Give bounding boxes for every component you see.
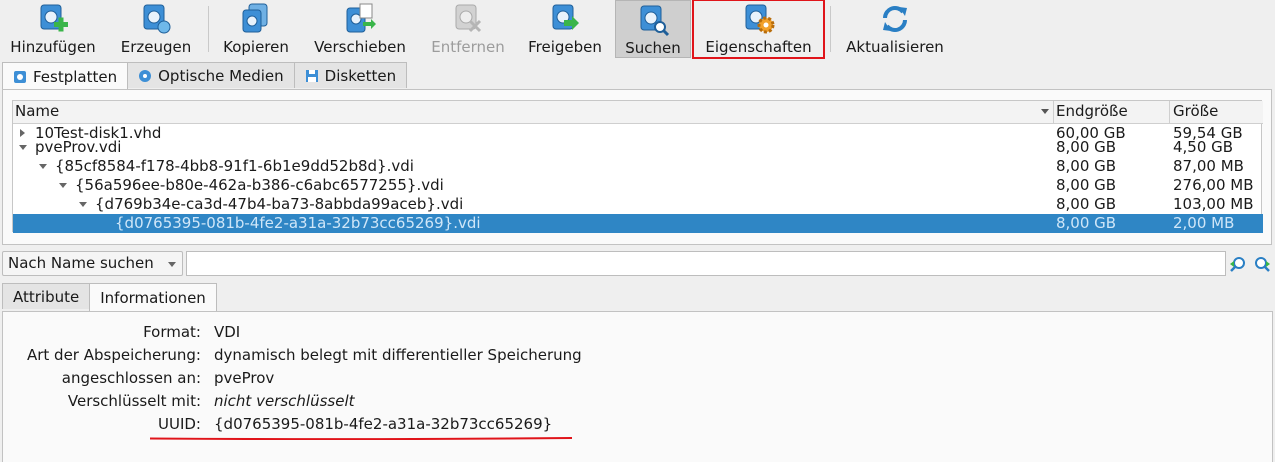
detail-tabs: Attribute Informationen [2, 283, 217, 311]
table-row-selected[interactable]: {d0765395-081b-4fe2-a31a-32b73cc65269}.v… [13, 214, 1263, 233]
add-disk-icon [40, 4, 68, 32]
tab-floppy-disks[interactable]: Disketten [293, 62, 408, 88]
release-disk-icon [552, 4, 579, 30]
media-tabs: Festplatten Optische Medien Disketten [2, 62, 408, 90]
search-input[interactable] [186, 251, 1226, 276]
properties-button[interactable]: Eigenschaften [692, 0, 825, 59]
table-row[interactable]: {d769b34e-ca3d-47b4-ba73-8abbda99aceb}.v… [13, 195, 1263, 214]
search-next-icon[interactable] [1253, 255, 1271, 273]
refresh-button[interactable]: Aktualisieren [838, 0, 952, 58]
copy-disk-icon [242, 3, 268, 33]
search-button[interactable]: Suchen [615, 0, 691, 58]
tree-header: Name Endgröße Größe [13, 101, 1263, 124]
add-button[interactable]: Hinzufügen [4, 0, 102, 58]
column-divider[interactable] [1169, 101, 1170, 123]
create-button[interactable]: Erzeugen [112, 0, 200, 58]
collapse-arrow-icon[interactable] [59, 183, 67, 188]
tab-information[interactable]: Informationen [89, 283, 217, 311]
tab-label: Festplatten [33, 67, 118, 86]
toolbar: Hinzufügen Erzeugen Kopieren Verschieben [0, 0, 1275, 62]
sort-indicator-icon [1041, 109, 1049, 114]
collapse-arrow-icon[interactable] [79, 202, 87, 207]
attached-value: pveProv [214, 369, 275, 387]
tab-label: Optische Medien [158, 66, 284, 85]
table-row[interactable]: {85cf8584-f178-4bb8-91f1-6b1e9dd52b8d}.v… [13, 157, 1263, 176]
encrypted-label: Verschlüsselt mit: [67, 392, 201, 410]
hard-disk-icon [14, 70, 26, 83]
toolbar-separator [830, 6, 831, 52]
properties-gear-icon [745, 4, 774, 34]
format-value: VDI [214, 323, 241, 341]
media-tree[interactable]: Name Endgröße Größe 10Test-disk1.vhd 60,… [12, 100, 1263, 233]
attached-label: angeschlossen an: [61, 369, 201, 387]
expand-arrow-icon[interactable] [20, 129, 25, 137]
move-disk-icon [346, 3, 376, 33]
column-divider[interactable] [1053, 101, 1054, 123]
storage-label: Art der Abspeicherung: [26, 346, 201, 364]
column-actual-size-header[interactable]: Größe [1173, 102, 1218, 120]
uuid-value: {d0765395-081b-4fe2-a31a-32b73cc65269} [214, 415, 553, 433]
create-disk-icon [143, 4, 171, 34]
optical-disc-icon [139, 69, 152, 82]
tab-hard-disks[interactable]: Festplatten [2, 62, 129, 90]
collapse-arrow-icon[interactable] [39, 164, 47, 169]
tab-label: Disketten [324, 66, 397, 85]
tab-label: Informationen [100, 288, 206, 307]
format-label: Format: [143, 323, 201, 341]
tab-attributes[interactable]: Attribute [2, 283, 91, 309]
copy-button[interactable]: Kopieren [214, 0, 298, 58]
tab-optical-media[interactable]: Optische Medien [127, 62, 295, 88]
table-row[interactable]: {56a596ee-b80e-462a-b386-c6abc6577255}.v… [13, 176, 1263, 195]
toolbar-separator [208, 6, 209, 52]
search-mode-select[interactable]: Nach Name suchen [2, 251, 183, 276]
floppy-icon [305, 69, 318, 82]
chevron-down-icon [168, 262, 176, 267]
release-button[interactable]: Freigeben [520, 0, 610, 58]
storage-value: dynamisch belegt mit differentieller Spe… [214, 346, 582, 364]
encrypted-value: nicht verschlüsselt [214, 392, 355, 410]
search-previous-icon[interactable] [1229, 255, 1247, 273]
search-disk-icon [640, 5, 670, 37]
table-row[interactable]: pveProv.vdi 8,00 GB 4,50 GB [13, 138, 1263, 157]
column-name-header[interactable]: Name [15, 102, 59, 120]
remove-button[interactable]: Entfernen [424, 0, 512, 58]
red-underline-annotation [150, 437, 572, 440]
remove-disk-icon [455, 4, 482, 33]
move-button[interactable]: Verschieben [306, 0, 414, 58]
column-virtual-size-header[interactable]: Endgröße [1056, 102, 1128, 120]
refresh-icon [883, 6, 907, 32]
collapse-arrow-icon[interactable] [19, 145, 27, 150]
tab-label: Attribute [13, 287, 80, 306]
uuid-label: UUID: [158, 415, 201, 433]
